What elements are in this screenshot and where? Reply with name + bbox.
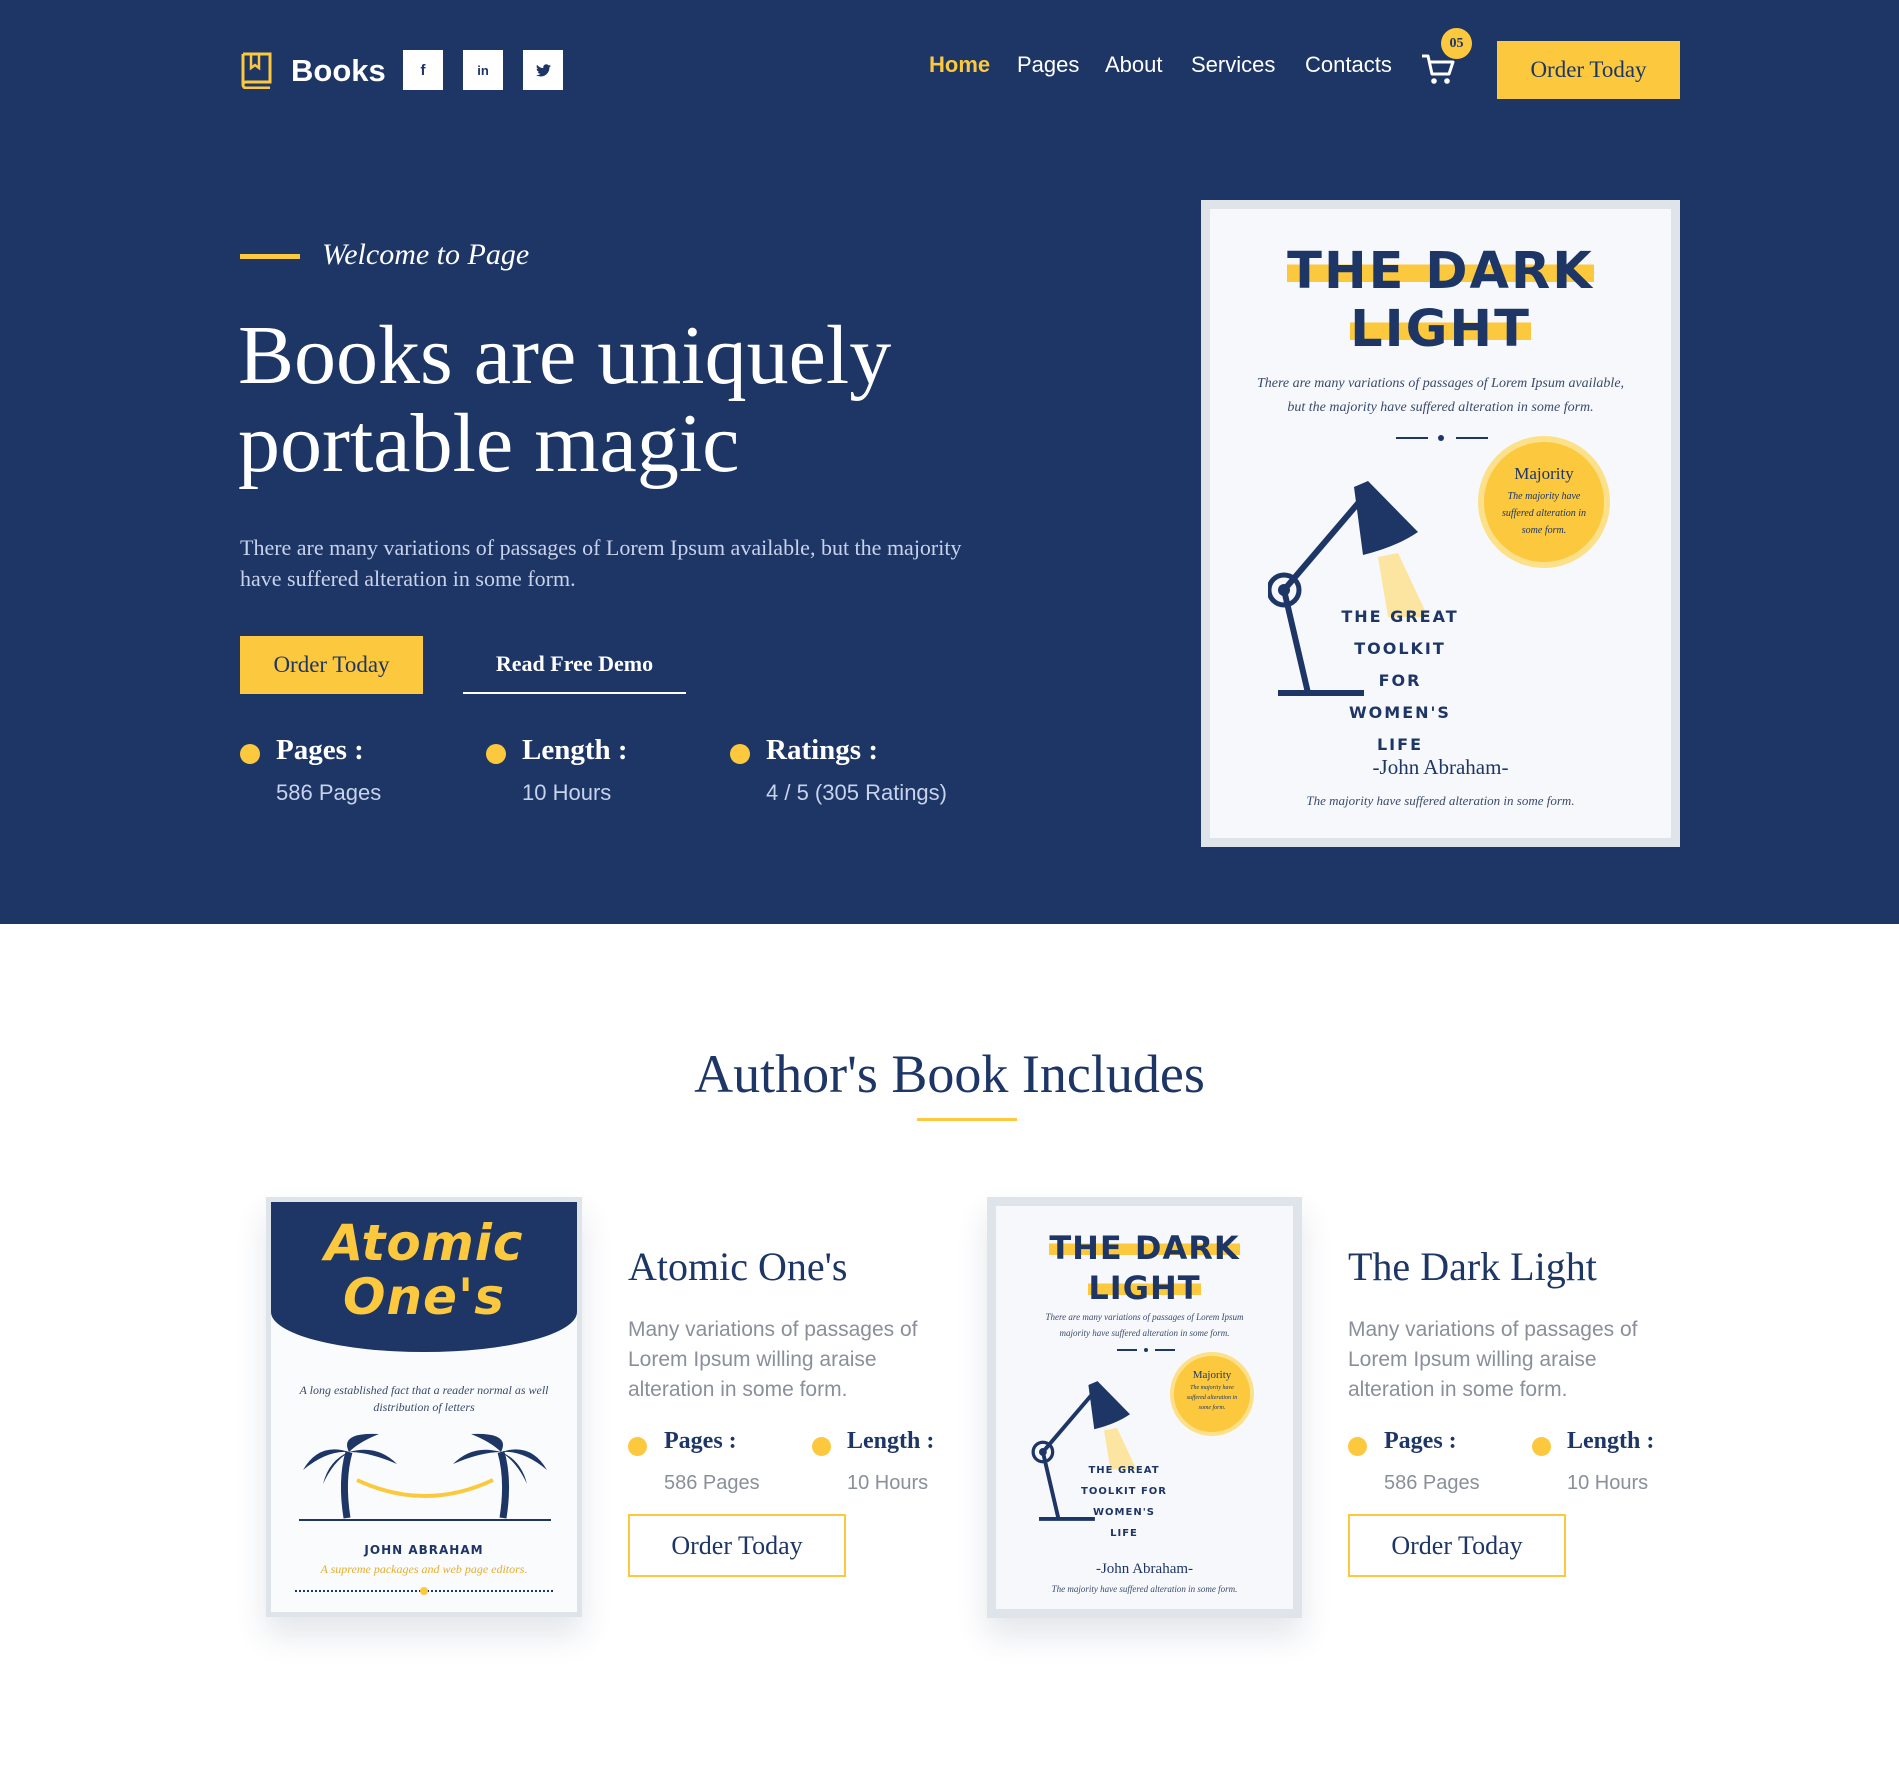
bullet-icon bbox=[730, 744, 750, 764]
badge-text: The majority have suffered alteration in… bbox=[1186, 1385, 1238, 1411]
stat-value: 586 Pages bbox=[276, 780, 382, 805]
book-stat-label: Length : bbox=[847, 1428, 935, 1454]
subtitle-line: LIFE bbox=[1110, 1528, 1138, 1539]
cover-tagline: There are many variations of passages of… bbox=[1256, 376, 1625, 415]
atomic-book-cover[interactable]: Atomic One's A long established fact tha… bbox=[266, 1197, 582, 1617]
book-stat-value: 586 Pages bbox=[664, 1472, 760, 1494]
cover-title-line-1: Atomic bbox=[324, 1214, 524, 1272]
cover-subtitle: THE GREAT TOOLKIT FOR WOMEN'S LIFE bbox=[1330, 601, 1470, 761]
linkedin-icon[interactable]: in bbox=[463, 50, 503, 90]
hero-order-button[interactable]: Order Today bbox=[240, 636, 423, 694]
bullet-icon bbox=[1532, 1437, 1551, 1456]
book-title: The Dark Light bbox=[1348, 1244, 1597, 1289]
nav-about[interactable]: About bbox=[1105, 52, 1163, 78]
cover-tagline: There are many variations of passages of… bbox=[1045, 1312, 1244, 1338]
nav-home[interactable]: Home bbox=[929, 52, 990, 78]
cover-author: JOHN ABRAHAM bbox=[364, 1543, 484, 1557]
cover-title-line-1: THE DARK bbox=[1287, 242, 1594, 301]
brand-logo[interactable]: Books bbox=[240, 52, 386, 89]
cover-tagline: A long established fact that a reader no… bbox=[299, 1383, 549, 1414]
badge-text: The majority have suffered alteration in… bbox=[1501, 491, 1587, 536]
bullet-icon bbox=[486, 744, 506, 764]
cover-title-line-1: THE DARK bbox=[1049, 1229, 1240, 1267]
cover-title-line-2: LIGHT bbox=[1350, 300, 1531, 359]
welcome-divider bbox=[240, 254, 300, 259]
cover-footer: The majority have suffered alteration in… bbox=[1306, 793, 1575, 808]
hero-title: Books are uniquely portable magic bbox=[238, 312, 998, 488]
nav-services[interactable]: Services bbox=[1191, 52, 1275, 78]
subtitle-line: TOOLKIT FOR bbox=[1081, 1486, 1167, 1497]
book-stat-label: Pages : bbox=[1384, 1428, 1457, 1454]
book-stat-value: 10 Hours bbox=[1567, 1472, 1649, 1494]
stat-label: Pages : bbox=[276, 734, 364, 766]
cover-dot bbox=[420, 1587, 428, 1595]
majority-badge: Majority The majority have suffered alte… bbox=[1478, 436, 1610, 568]
subtitle-line: THE GREAT bbox=[1341, 607, 1459, 626]
badge-title: Majority bbox=[1192, 1369, 1232, 1381]
hero-title-line-2: portable magic bbox=[238, 397, 740, 490]
cover-title: THE DARK LIGHT bbox=[1210, 242, 1671, 359]
atomic-order-button[interactable]: Order Today bbox=[628, 1514, 846, 1577]
subtitle-line: THE GREAT bbox=[1088, 1465, 1160, 1476]
bullet-icon bbox=[628, 1437, 647, 1456]
book-title: Atomic One's bbox=[628, 1244, 848, 1289]
nav-contacts[interactable]: Contacts bbox=[1305, 52, 1392, 78]
section-divider bbox=[917, 1118, 1017, 1121]
book-stat-label: Pages : bbox=[664, 1428, 737, 1454]
book-logo-icon bbox=[241, 52, 272, 89]
badge-title: Majority bbox=[1514, 464, 1574, 483]
hero-section: Books f in Home Pages About Services Con… bbox=[0, 0, 1899, 924]
cover-author: -John Abraham- bbox=[1372, 755, 1509, 779]
cover-divider bbox=[1396, 435, 1488, 441]
cover-title: THE DARK LIGHT bbox=[996, 1228, 1293, 1308]
nav-pages[interactable]: Pages bbox=[1017, 52, 1079, 78]
hero-book-cover: THE DARK LIGHT There are many variations… bbox=[1201, 200, 1680, 847]
facebook-icon[interactable]: f bbox=[403, 50, 443, 90]
stat-label: Ratings : bbox=[766, 734, 878, 766]
book-stat-value: 586 Pages bbox=[1384, 1472, 1480, 1494]
book-description: Many variations of passages of Lorem Ips… bbox=[628, 1318, 918, 1401]
book-description: Many variations of passages of Lorem Ips… bbox=[1348, 1318, 1638, 1401]
cover-footer: The majority have suffered alteration in… bbox=[1051, 1584, 1238, 1594]
dark-light-order-button[interactable]: Order Today bbox=[1348, 1514, 1566, 1577]
social-links: f in bbox=[403, 50, 563, 90]
cover-footer: A supreme packages and web page editors. bbox=[320, 1562, 528, 1576]
dark-light-book-cover[interactable]: THE DARK LIGHT There are many variations… bbox=[987, 1197, 1302, 1618]
book-stat-label: Length : bbox=[1567, 1428, 1655, 1454]
bullet-icon bbox=[1348, 1437, 1367, 1456]
subtitle-line: WOMEN'S bbox=[1349, 703, 1451, 722]
cover-title-line-2: LIGHT bbox=[1088, 1269, 1201, 1307]
cover-title-line-2: One's bbox=[342, 1268, 506, 1326]
cover-subtitle: THE GREAT TOOLKIT FOR WOMEN'S LIFE bbox=[1074, 1460, 1174, 1544]
subtitle-line: TOOLKIT FOR bbox=[1354, 639, 1446, 690]
hero-title-line-1: Books are uniquely bbox=[238, 309, 892, 402]
section-title: Author's Book Includes bbox=[694, 1044, 1205, 1104]
stat-label: Length : bbox=[522, 734, 628, 766]
book-stat-value: 10 Hours bbox=[847, 1472, 929, 1494]
bullet-icon bbox=[812, 1437, 831, 1456]
palm-trees-icon bbox=[299, 1433, 551, 1521]
read-demo-button[interactable]: Read Free Demo bbox=[463, 636, 686, 694]
cover-author: -John Abraham- bbox=[1095, 1561, 1194, 1577]
cart-count-badge: 05 bbox=[1441, 28, 1472, 59]
welcome-text: Welcome to Page bbox=[322, 238, 530, 271]
cover-divider bbox=[1117, 1348, 1175, 1352]
brand-name: Books bbox=[291, 52, 386, 88]
twitter-icon[interactable] bbox=[523, 50, 563, 90]
stat-value: 10 Hours bbox=[522, 780, 612, 805]
cover-title: Atomic One's bbox=[271, 1216, 577, 1324]
subtitle-line: WOMEN'S bbox=[1093, 1507, 1155, 1518]
header-order-button[interactable]: Order Today bbox=[1497, 41, 1680, 99]
bullet-icon bbox=[240, 744, 260, 764]
stat-value: 4 / 5 (305 Ratings) bbox=[766, 780, 947, 805]
twitter-bird-icon bbox=[535, 63, 551, 76]
hero-description: There are many variations of passages of… bbox=[240, 535, 962, 591]
majority-badge: Majority The majority have suffered alte… bbox=[1170, 1352, 1254, 1436]
